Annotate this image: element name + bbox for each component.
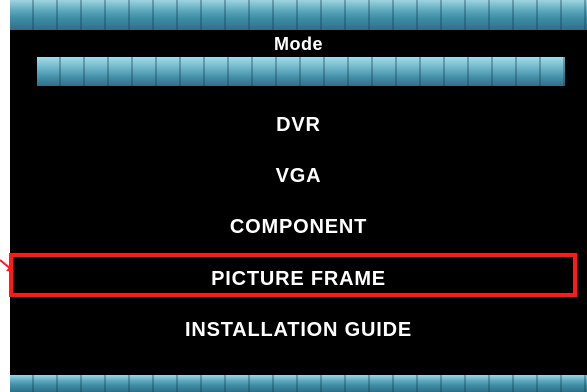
menu-item-component[interactable]: COMPONENT <box>10 216 587 239</box>
menu-item-vga[interactable]: VGA <box>10 165 587 188</box>
menu-item-dvr[interactable]: DVR <box>10 114 587 137</box>
menu-item-installation-guide[interactable]: INSTALLATION GUIDE <box>10 319 587 342</box>
bottom-decorative-bar <box>10 375 587 392</box>
menu-title: Mode <box>274 34 323 54</box>
arrow-pointer-icon <box>0 259 14 272</box>
menu-item-picture-frame[interactable]: PICTURE FRAME <box>10 268 587 291</box>
top-decorative-bar <box>10 0 587 30</box>
title-decorative-bar <box>37 57 565 86</box>
mode-menu-screen: Mode DVR VGA COMPONENT PICTURE FRAME INS… <box>10 0 587 392</box>
